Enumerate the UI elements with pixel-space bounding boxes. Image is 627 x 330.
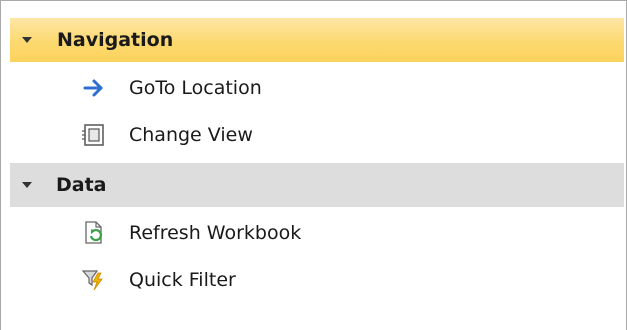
- collapse-caret-icon[interactable]: [22, 37, 32, 43]
- change-view-label: Change View: [129, 124, 253, 146]
- task-pane: Navigation GoTo Location Change View Dat…: [0, 0, 627, 330]
- group-header-navigation[interactable]: Navigation: [10, 18, 624, 62]
- quick-filter-icon: [81, 267, 107, 293]
- collapse-caret-icon[interactable]: [22, 182, 32, 188]
- quick-filter-label: Quick Filter: [129, 269, 236, 291]
- change-view-item[interactable]: Change View: [81, 117, 253, 153]
- refresh-workbook-item[interactable]: Refresh Workbook: [81, 215, 301, 251]
- change-view-icon: [81, 122, 107, 148]
- refresh-workbook-label: Refresh Workbook: [129, 222, 302, 244]
- group-title: Navigation: [57, 29, 174, 51]
- group-title: Data: [56, 174, 107, 196]
- goto-location-label: GoTo Location: [129, 77, 262, 99]
- quick-filter-item[interactable]: Quick Filter: [81, 262, 236, 298]
- refresh-workbook-icon: [81, 220, 107, 246]
- arrow-right-icon: [81, 75, 107, 101]
- group-header-data[interactable]: Data: [10, 163, 624, 207]
- goto-location-item[interactable]: GoTo Location: [81, 70, 262, 106]
